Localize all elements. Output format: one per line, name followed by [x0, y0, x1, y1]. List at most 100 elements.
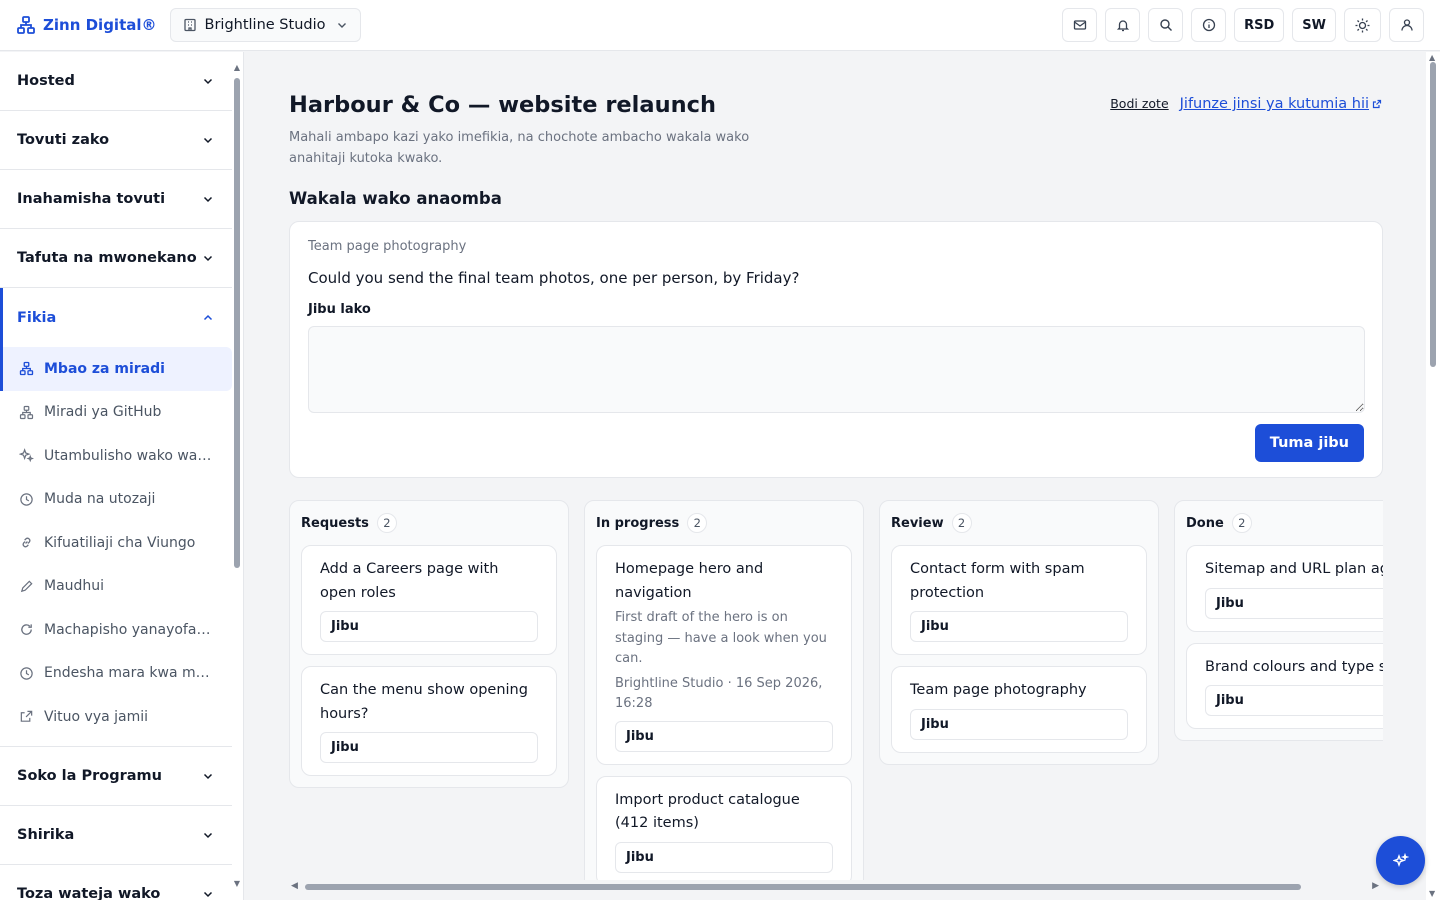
card-reply-button[interactable]: Jibu	[615, 841, 833, 873]
sun-icon	[1355, 18, 1370, 32]
theme-toggle[interactable]	[1344, 8, 1381, 42]
chevron-down-icon	[203, 78, 213, 85]
sidebar-item-github[interactable]: Miradi ya GitHub	[0, 391, 232, 435]
sidebar-item-live-posts[interactable]: Machapisho yanayofanyika	[0, 608, 232, 652]
sidebar-section-billing-clients[interactable]: Toza wateja wako	[0, 865, 232, 900]
assistant-fab-button[interactable]	[1376, 836, 1425, 885]
sidebar-item-content[interactable]: Maudhui	[0, 565, 232, 609]
card-reply-button[interactable]: Jibu	[1205, 587, 1383, 619]
page-title: Harbour & Co — website relaunch	[289, 92, 716, 118]
card-meta: Brightline Studio · 16 Sep 2026, 16:28	[615, 675, 823, 712]
page-scrollbar[interactable]: ▲ ▼	[1426, 52, 1440, 900]
scroll-up-arrow[interactable]: ▲	[233, 64, 241, 72]
language-button[interactable]: SW	[1292, 8, 1336, 42]
sidebar-section-access[interactable]: Fikia	[0, 288, 232, 347]
board-card[interactable]: Can the menu show opening hours? Jibu	[301, 666, 557, 776]
chevron-down-icon	[203, 832, 213, 838]
card-reply-button[interactable]: Jibu	[615, 720, 833, 752]
board-card[interactable]: Team page photography Jibu	[891, 666, 1147, 753]
sidebar-section-label: Hosted	[17, 73, 75, 89]
column-name: Done	[1186, 515, 1224, 531]
column-count-badge: 2	[1231, 513, 1252, 533]
card-reply-button[interactable]: Jibu	[320, 732, 538, 763]
sidebar-item-label: Utambulisho wako wa chapa	[44, 447, 214, 464]
sidebar-scrollbar[interactable]: ▲ ▼	[233, 64, 241, 888]
scroll-right-arrow[interactable]: ▶	[1372, 881, 1379, 891]
column-header: Review 2	[880, 501, 1158, 545]
column-header: Requests 2	[290, 501, 568, 545]
learn-how-link[interactable]: Jifunze jinsi ya kutumia hii	[1180, 96, 1382, 112]
sidebar-scroll-thumb[interactable]	[234, 78, 240, 568]
board-column-review: Review 2 Contact form with spam protectio…	[879, 500, 1159, 765]
board-scroll-thumb[interactable]	[305, 884, 1301, 890]
card-note: First draft of the hero is on staging — …	[615, 610, 827, 666]
card-title: Can the menu show opening hours?	[320, 682, 528, 722]
sidebar-section-sites[interactable]: Tovuti zako	[0, 111, 232, 170]
scroll-up-arrow[interactable]: ▲	[1429, 53, 1435, 62]
sidebar-item-brand-identity[interactable]: Utambulisho wako wa chapa	[0, 434, 232, 478]
main-content: Harbour & Co — website relaunch Mahali a…	[245, 52, 1426, 900]
scroll-left-arrow[interactable]: ◀	[291, 881, 298, 891]
sidebar-item-social-channels[interactable]: Vituo vya jamii	[0, 695, 232, 739]
card-title: Sitemap and URL plan agreed	[1205, 561, 1383, 577]
account-button[interactable]	[1389, 8, 1424, 42]
answer-textarea[interactable]	[308, 326, 1365, 413]
page-links: Bodi zote Jifunze jinsi ya kutumia hii	[1110, 96, 1382, 112]
board-card[interactable]: Homepage hero and navigation First draft…	[596, 545, 852, 765]
external-link-icon	[1372, 99, 1382, 109]
search-button[interactable]	[1148, 8, 1184, 42]
sidebar-section-search[interactable]: Tafuta na mwonekano	[0, 229, 232, 288]
column-header: Done 2	[1175, 501, 1383, 545]
sidebar-item-label: Endesha mara kwa mara	[44, 665, 214, 682]
board-column-done: Done 2 Sitemap and URL plan agreed Jibu B…	[1174, 500, 1383, 741]
mail-button[interactable]	[1062, 8, 1098, 42]
page-scroll-thumb[interactable]	[1430, 62, 1436, 367]
mail-icon	[1073, 20, 1086, 30]
scroll-down-arrow[interactable]: ▼	[1429, 889, 1435, 898]
card-title: Homepage hero and navigation	[615, 561, 764, 601]
card-reply-button[interactable]: Jibu	[910, 611, 1128, 642]
board-card[interactable]: Contact form with spam protection Jibu	[891, 545, 1147, 655]
card-reply-button[interactable]: Jibu	[910, 708, 1128, 740]
sidebar-item-label: Muda na utozaji	[44, 491, 156, 508]
info-button[interactable]	[1191, 8, 1227, 42]
sidebar: Hosted Tovuti zako Inahamisha tovuti Taf…	[0, 52, 244, 900]
scroll-down-arrow[interactable]: ▼	[233, 880, 241, 888]
refresh-icon	[17, 622, 35, 637]
sidebar-section-hosted[interactable]: Hosted	[0, 52, 232, 111]
learn-how-label: Jifunze jinsi ya kutumia hii	[1179, 96, 1369, 112]
chevron-down-icon	[203, 137, 213, 144]
board-card[interactable]: Sitemap and URL plan agreed Jibu	[1186, 545, 1383, 632]
board-card[interactable]: Import product catalogue (412 items) Jib…	[596, 775, 852, 880]
sidebar-section-app-market[interactable]: Soko la Programu	[0, 747, 232, 806]
column-name: In progress	[596, 515, 680, 531]
user-icon	[1400, 19, 1413, 31]
sidebar-item-link-tracker[interactable]: Kifuatiliaji cha Viungo	[0, 521, 232, 565]
sidebar-section-label: Soko la Programu	[17, 767, 162, 784]
sidebar-item-label: Maudhui	[44, 578, 105, 595]
brand-logo[interactable]: Zinn Digital®	[16, 15, 157, 35]
column-count-badge: 2	[687, 513, 708, 533]
kanban-board: Requests 2 Add a Careers page with open r…	[289, 500, 1383, 880]
sparkle-icon	[1392, 852, 1409, 867]
request-question: Could you send the final team photos, on…	[308, 269, 800, 287]
header-actions: RSD SW	[1062, 8, 1424, 42]
workspace-selector[interactable]: Brightline Studio	[169, 8, 361, 42]
card-title: Contact form with spam protection	[910, 561, 1085, 601]
board-column-in-progress: In progress 2 Homepage hero and navigatio…	[584, 500, 864, 880]
currency-button[interactable]: RSD	[1234, 8, 1285, 42]
card-reply-button[interactable]: Jibu	[320, 611, 538, 642]
send-answer-button[interactable]: Tuma jibu	[1254, 424, 1364, 462]
sidebar-section-migration[interactable]: Inahamisha tovuti	[0, 170, 232, 229]
sidebar-item-time-billing[interactable]: Muda na utozaji	[0, 478, 232, 522]
board-horizontal-scrollbar[interactable]: ◀ ▶	[289, 880, 1383, 894]
sidebar-item-recurring-runs[interactable]: Endesha mara kwa mara	[0, 652, 232, 696]
requests-section-title: Wakala wako anaomba	[289, 189, 502, 208]
sidebar-section-organization[interactable]: Shirika	[0, 806, 232, 865]
all-boards-link[interactable]: Bodi zote	[1110, 96, 1168, 111]
notifications-button[interactable]	[1105, 8, 1141, 42]
card-reply-button[interactable]: Jibu	[1205, 685, 1383, 716]
board-card[interactable]: Brand colours and type set Jibu	[1186, 642, 1383, 729]
board-card[interactable]: Add a Careers page with open roles Jibu	[301, 545, 557, 655]
sidebar-item-project-boards[interactable]: Mbao za miradi	[0, 347, 232, 391]
